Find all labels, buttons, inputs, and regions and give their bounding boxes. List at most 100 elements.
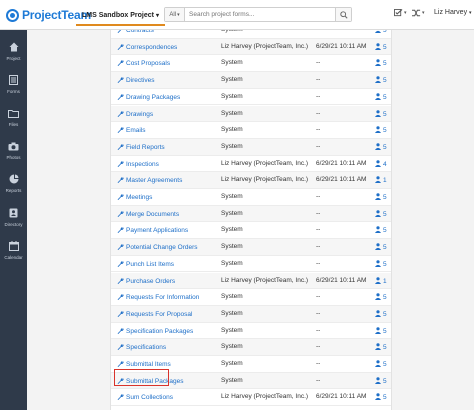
form-author: System (221, 142, 243, 150)
user-count[interactable]: 5 (375, 293, 387, 302)
form-link[interactable]: Submittal Packages (117, 377, 183, 386)
sidebar-item-calendar[interactable]: Calendar (0, 239, 27, 271)
form-name: Punch List Items (126, 260, 175, 268)
user-count[interactable]: 5 (375, 259, 387, 269)
user-count-value: 5 (383, 194, 387, 201)
user-count[interactable]: 5 (375, 42, 387, 52)
user-count[interactable]: 5 (375, 59, 387, 68)
user-count[interactable]: 5 (375, 326, 387, 336)
apps-menu[interactable]: ▾ (412, 9, 425, 17)
shuffle-icon (412, 9, 421, 17)
form-link[interactable]: Inspections (117, 160, 159, 169)
person-icon (375, 209, 381, 219)
form-link[interactable]: Correspondences (117, 43, 177, 52)
form-name: Requests For Proposal (126, 310, 193, 318)
form-author: System (221, 59, 243, 67)
user-count[interactable]: 5 (375, 226, 387, 235)
form-link[interactable]: Specifications (117, 343, 166, 352)
user-count[interactable]: 4 (375, 159, 387, 169)
form-name: Sum Collections (126, 394, 173, 402)
user-count[interactable]: 5 (375, 343, 387, 352)
user-count[interactable]: 5 (375, 360, 387, 369)
form-date: -- (316, 126, 321, 134)
user-count[interactable]: 5 (375, 126, 387, 135)
form-link[interactable]: Meetings (117, 193, 152, 202)
form-author: System (221, 126, 243, 134)
table-row: Purchase Orders Liz Harvey (ProjectTeam, … (111, 272, 391, 290)
user-count[interactable]: 5 (375, 243, 387, 252)
form-link[interactable]: Specification Packages (117, 327, 193, 336)
wrench-icon (117, 143, 124, 152)
table-row: Inspections Liz Harvey (ProjectTeam, Inc.… (111, 156, 391, 173)
sidebar-item-forms[interactable]: Forms (0, 73, 27, 105)
user-count[interactable]: 5 (375, 30, 387, 35)
user-count[interactable]: 5 (375, 310, 387, 319)
form-author: System (221, 343, 243, 351)
form-link[interactable]: Sum Collections (117, 393, 173, 402)
form-date: 6/29/21 10:11 AM (316, 42, 367, 50)
wrench-icon (117, 327, 124, 336)
user-count[interactable]: 5 (375, 193, 387, 202)
form-link[interactable]: Purchase Orders (117, 277, 175, 286)
form-link[interactable]: Merge Documents (117, 210, 179, 219)
sidebar-item-directory[interactable]: Directory (0, 206, 27, 238)
user-count-value: 1 (383, 277, 387, 285)
table-row: Field Reports System -- 5 (111, 138, 391, 156)
table-row: Potential Change Orders System -- 5 (111, 239, 391, 256)
form-link[interactable]: Drawings (117, 110, 153, 119)
sidebar-item-photos[interactable]: Photos (0, 139, 27, 171)
person-icon (375, 92, 381, 102)
search-scope-dropdown[interactable]: All ▾ (165, 8, 185, 21)
table-row: Meetings System -- 5 (111, 189, 391, 206)
user-count[interactable]: 5 (375, 143, 387, 152)
form-author: System (221, 376, 243, 384)
user-count[interactable]: 1 (375, 276, 387, 286)
form-name: Submittal Items (126, 361, 171, 368)
table-row: Punch List Items System -- 5 (111, 256, 391, 273)
form-link[interactable]: Requests For Proposal (117, 310, 192, 319)
search-box: All ▾ (164, 7, 352, 22)
user-count[interactable]: 5 (375, 76, 387, 85)
sidebar-item-label: Photos (6, 155, 21, 160)
user-count[interactable]: 5 (375, 109, 387, 119)
tasks-menu[interactable]: ▾ (394, 9, 407, 17)
form-name: Directives (126, 77, 155, 85)
user-count[interactable]: 5 (375, 376, 387, 386)
user-count[interactable]: 1 (375, 176, 387, 185)
user-count-value: 5 (383, 310, 387, 318)
form-name: Contracts (126, 30, 154, 34)
person-icon (375, 343, 381, 352)
user-count[interactable]: 5 (375, 209, 387, 219)
user-count-value: 5 (383, 327, 387, 335)
form-date: 6/29/21 10:11 AM (316, 176, 367, 184)
search-button[interactable] (335, 8, 351, 21)
form-link[interactable]: Submittal Items (117, 360, 171, 369)
sidebar-item-reports[interactable]: Reports (0, 172, 27, 204)
form-link[interactable]: Field Reports (117, 143, 165, 152)
form-link[interactable]: Payment Applications (117, 226, 188, 235)
form-link[interactable]: Master Agreements (117, 176, 182, 185)
user-count-value: 5 (383, 110, 387, 118)
sidebar-item-files[interactable]: Files (0, 106, 27, 138)
form-link[interactable]: Punch List Items (117, 260, 174, 269)
wrench-icon (117, 277, 124, 286)
user-menu[interactable]: Liz Harvey ▾ (434, 9, 472, 16)
form-link[interactable]: Potential Change Orders (117, 243, 198, 252)
form-link[interactable]: Emails (117, 126, 146, 135)
table-row: Submittal Items System -- 5 (111, 356, 391, 373)
form-link[interactable]: Cost Proposals (117, 59, 170, 68)
form-link[interactable]: Requests For Information (117, 293, 199, 302)
form-link[interactable]: Drawing Packages (117, 93, 180, 102)
sidebar-item-project[interactable]: Project (0, 40, 27, 72)
table-row: Correspondences Liz Harvey (ProjectTeam, … (111, 38, 391, 56)
user-count[interactable]: 5 (375, 393, 387, 402)
user-count[interactable]: 5 (375, 92, 387, 102)
form-link[interactable]: Contracts (117, 30, 154, 35)
form-link[interactable]: Directives (117, 76, 155, 85)
table-row: Directives System -- 5 (111, 72, 391, 89)
search-input[interactable] (185, 8, 335, 21)
user-count-value: 5 (383, 60, 387, 68)
form-author: System (221, 326, 243, 334)
project-selector[interactable]: LMS Sandbox Project ▾ (76, 6, 165, 26)
form-author: System (221, 293, 243, 301)
